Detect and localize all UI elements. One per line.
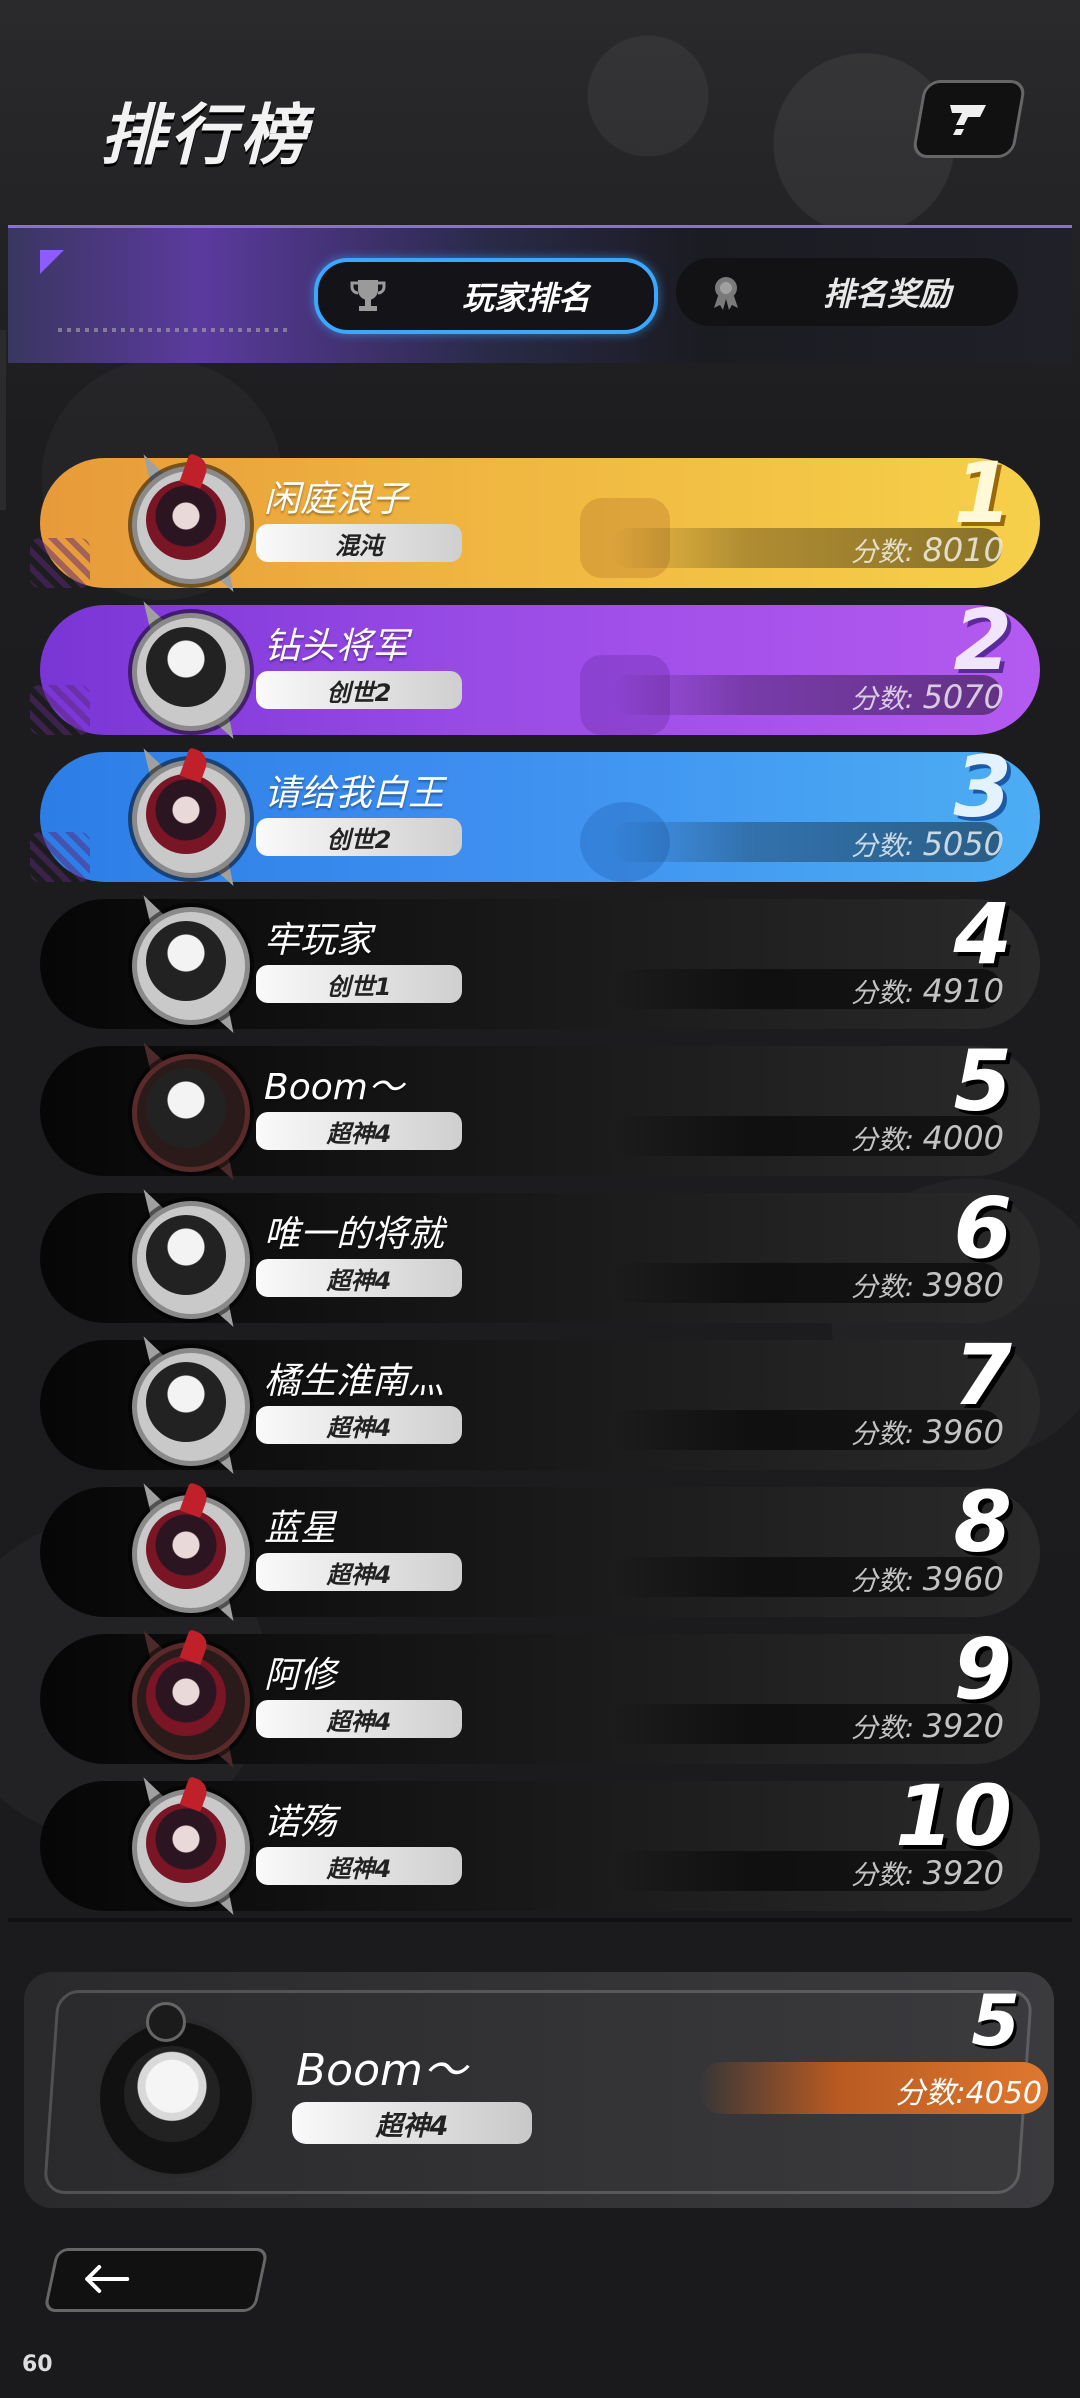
avatar — [118, 1478, 254, 1626]
rank-number: 3 — [953, 738, 1012, 836]
avatar — [118, 1331, 254, 1479]
tier-badge: 超神4 — [256, 1553, 462, 1591]
my-tier-badge: 超神4 — [292, 2102, 532, 2144]
tier-badge: 创世1 — [256, 965, 462, 1003]
tab-ranking-rewards[interactable]: 排名奖励 — [676, 258, 1018, 326]
dotted-line-decoration — [58, 328, 288, 332]
score-label: 分数: — [850, 1713, 923, 1744]
score-label: 分数: — [850, 537, 923, 568]
my-rank-number: 5 — [971, 1980, 1020, 2062]
my-score-text: 分数:4050 — [895, 2076, 1042, 2111]
decoration-sticker — [30, 685, 90, 735]
avatar — [118, 1184, 254, 1332]
help-button[interactable] — [911, 80, 1027, 158]
player-name: 唯一的将就 — [264, 1214, 445, 1255]
help-icon — [950, 105, 986, 135]
tab-label: 玩家排名 — [461, 279, 590, 317]
leaderboard-row[interactable]: Boom〜 超神4 分数: 4000 5 — [40, 1032, 1040, 1185]
player-name: 牢玩家 — [264, 920, 373, 961]
medal-icon — [706, 272, 746, 320]
player-name: Boom〜 — [264, 1067, 404, 1108]
back-button[interactable] — [43, 2248, 269, 2312]
rank-number: 9 — [953, 1620, 1012, 1718]
rank-number: 5 — [953, 1032, 1012, 1130]
score-label: 分数: — [850, 978, 923, 1009]
arrow-left-icon — [85, 2265, 130, 2293]
tab-label: 排名奖励 — [822, 275, 951, 313]
tier-badge: 超神4 — [256, 1406, 462, 1444]
tier-badge: 超神4 — [256, 1700, 462, 1738]
score-label: 分数: — [850, 1125, 923, 1156]
score-label: 分数: — [850, 1272, 923, 1303]
tier-badge: 创世2 — [256, 818, 462, 856]
tier-badge: 超神4 — [256, 1259, 462, 1297]
score-label: 分数: — [850, 831, 923, 862]
decoration-sticker — [30, 538, 90, 588]
rank-number: 6 — [953, 1179, 1012, 1277]
avatar — [118, 449, 254, 597]
score-label: 分数: — [850, 1419, 923, 1450]
rank-number: 8 — [953, 1473, 1012, 1571]
trophy-icon — [348, 276, 388, 324]
avatar — [118, 1037, 254, 1185]
tier-badge: 超神4 — [256, 1847, 462, 1885]
player-name: 请给我白王 — [264, 773, 445, 814]
leaderboard-row[interactable]: 牢玩家 创世1 分数: 4910 4 — [40, 885, 1040, 1038]
avatar — [118, 890, 254, 1038]
avatar — [118, 1772, 254, 1920]
avatar — [118, 596, 254, 744]
score-label: 分数: — [850, 684, 923, 715]
leaderboard-row[interactable]: 阿修 超神4 分数: 3920 9 — [40, 1620, 1040, 1773]
avatar — [118, 743, 254, 891]
leaderboard-row[interactable]: 钻头将军 创世2 分数: 5070 2 — [30, 591, 1040, 744]
corner-accent — [40, 250, 64, 274]
tier-badge: 超神4 — [256, 1112, 462, 1150]
player-name: 闲庭浪子 — [264, 479, 409, 520]
score-label: 分数: — [850, 1566, 923, 1597]
player-name: 钻头将军 — [264, 626, 409, 667]
player-name: 诺殇 — [264, 1802, 337, 1843]
avatar — [118, 1625, 254, 1773]
list-divider — [8, 1918, 1072, 1922]
avatar — [86, 2002, 262, 2178]
rank-number: 2 — [953, 591, 1012, 689]
tier-badge: 混沌 — [256, 524, 462, 562]
tier-badge: 创世2 — [256, 671, 462, 709]
player-name: 橘生淮南灬 — [264, 1361, 445, 1402]
side-edge-marker — [0, 330, 6, 510]
leaderboard-row[interactable]: 蓝星 超神4 分数: 3960 8 — [40, 1473, 1040, 1626]
leaderboard-row[interactable]: 闲庭浪子 混沌 分数: 8010 1 — [30, 444, 1040, 597]
fps-counter: 60 — [22, 2352, 53, 2377]
player-name: 阿修 — [264, 1655, 337, 1696]
rank-number: 4 — [953, 885, 1012, 983]
leaderboard-row[interactable]: 请给我白王 创世2 分数: 5050 3 — [30, 738, 1040, 891]
my-rank-card: Boom〜 超神4 分数:4050 5 — [24, 1972, 1054, 2208]
rank-number: 7 — [953, 1326, 1012, 1424]
rank-number: 10 — [895, 1767, 1012, 1865]
decoration-sticker — [30, 832, 90, 882]
my-player-name: Boom〜 — [296, 2045, 467, 2096]
rank-number: 1 — [953, 444, 1012, 542]
player-name: 蓝星 — [264, 1508, 337, 1549]
leaderboard-row[interactable]: 橘生淮南灬 超神4 分数: 3960 7 — [40, 1326, 1040, 1479]
page-title: 排行榜 — [100, 97, 310, 174]
leaderboard-row[interactable]: 唯一的将就 超神4 分数: 3980 6 — [40, 1179, 1040, 1332]
leaderboard-row[interactable]: 诺殇 超神4 分数: 3920 10 — [40, 1767, 1040, 1920]
tab-player-ranking[interactable]: 玩家排名 — [314, 258, 658, 334]
